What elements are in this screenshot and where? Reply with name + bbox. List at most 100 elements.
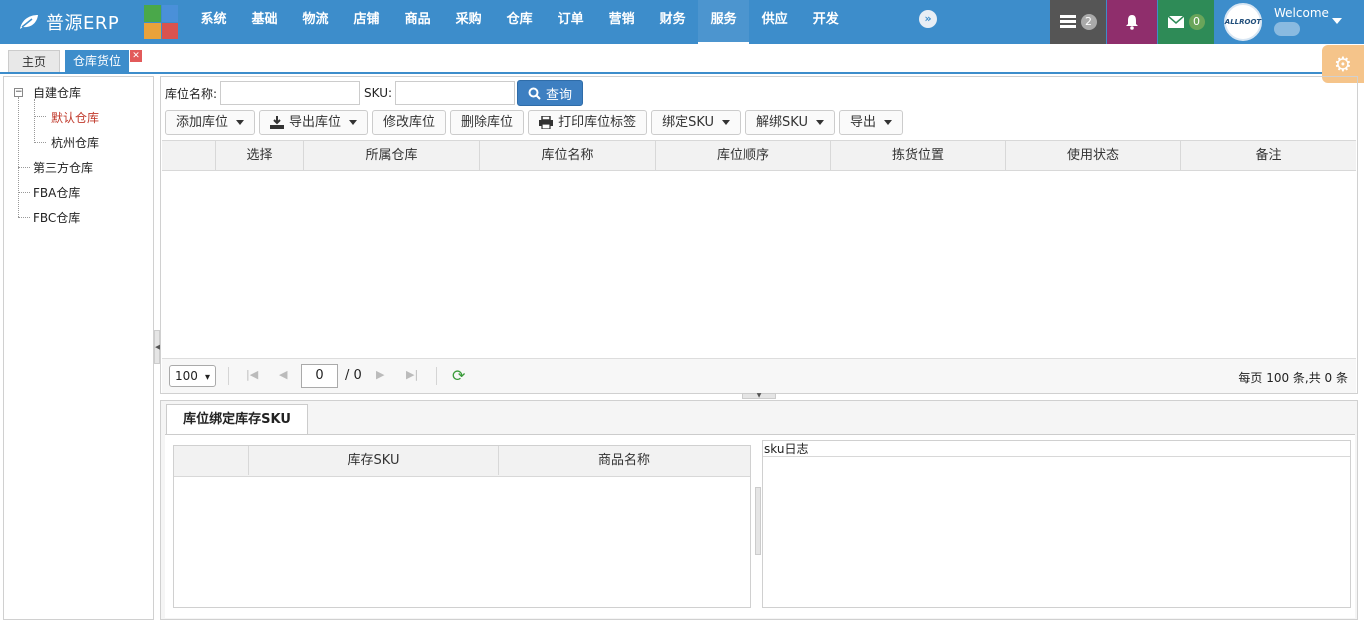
bound-sku-body: 库存SKU 商品名称 sku日志 [165, 434, 1355, 618]
search-icon [528, 87, 541, 100]
last-page-icon[interactable]: ▶| [406, 368, 418, 381]
search-bar: 库位名称: SKU: [165, 80, 516, 106]
unbind-sku-label: 解绑SKU [756, 115, 808, 130]
grid-col-warehouse[interactable]: 所属仓库 [304, 141, 480, 170]
refresh-icon[interactable]: ⟳ [452, 366, 465, 385]
caret-down-icon [722, 120, 731, 125]
main-menu: 系统 基础 物流 店铺 商品 采购 仓库 订单 营销 财务 服务 供应 开发 [188, 0, 851, 44]
menu-item-marketing[interactable]: 营销 [596, 0, 647, 44]
user-name-redacted [1274, 22, 1300, 36]
export-location-button[interactable]: 导出库位 [259, 110, 369, 135]
menu-item-purchasing[interactable]: 采购 [443, 0, 494, 44]
grid-col-location-order[interactable]: 库位顺序 [656, 141, 831, 170]
messages-button[interactable]: 0 [1158, 0, 1214, 44]
horizontal-split-handle[interactable] [755, 487, 761, 555]
page-tabs-bar: 主页 仓库货位 [0, 44, 1364, 74]
tree-line [18, 97, 19, 217]
grid-col-location-name[interactable]: 库位名称 [480, 141, 656, 170]
chevron-down-icon: ▾ [204, 372, 210, 383]
page-size-select[interactable]: 100 ▾ [169, 365, 216, 387]
action-toolbar: 添加库位 导出库位 修改库位 删除库位 打印库位标签 绑定SKU 解绑SKU 导… [165, 110, 907, 136]
collapse-icon[interactable]: − [14, 88, 23, 97]
tree-node-hangzhou-warehouse[interactable]: 杭州仓库 [51, 134, 99, 151]
tab-home[interactable]: 主页 [8, 50, 60, 72]
menu-item-shops[interactable]: 店铺 [341, 0, 392, 44]
vertical-split-handle[interactable]: ▼ [742, 393, 776, 399]
sku-col-product-name[interactable]: 商品名称 [499, 446, 749, 475]
grid-col-remark[interactable]: 备注 [1181, 141, 1356, 170]
menu-item-logistics[interactable]: 物流 [290, 0, 341, 44]
sku-grid-header: 库存SKU 商品名称 [174, 446, 750, 477]
tree-line [18, 217, 30, 218]
next-page-icon[interactable]: ▶ [376, 368, 384, 381]
tree-node-fba[interactable]: FBA仓库 [33, 184, 80, 201]
close-tab-icon[interactable]: ✕ [130, 50, 142, 62]
tree-line [18, 167, 30, 168]
bind-sku-button[interactable]: 绑定SKU [651, 110, 742, 135]
query-button[interactable]: 查询 [517, 80, 583, 106]
menu-item-products[interactable]: 商品 [392, 0, 443, 44]
menu-item-finance[interactable]: 财务 [647, 0, 698, 44]
download-icon [270, 116, 285, 129]
pagination-bar: 100 ▾ |◀ ◀ 0 / 0 ▶ ▶| ⟳ 每页 100 条,共 0 条 [162, 358, 1356, 393]
warehouse-tree: − 自建仓库 默认仓库 杭州仓库 第三方仓库 FBA仓库 FBC仓库 [3, 76, 154, 620]
menu-item-service[interactable]: 服务 [698, 0, 750, 44]
menu-item-warehouse[interactable]: 仓库 [494, 0, 545, 44]
caret-down-icon [884, 120, 892, 125]
welcome-text: Welcome [1274, 6, 1329, 20]
tree-node-third-party[interactable]: 第三方仓库 [33, 159, 93, 176]
app-title: 普源ERP [46, 13, 120, 34]
bind-sku-label: 绑定SKU [662, 115, 715, 130]
tree-node-default-warehouse[interactable]: 默认仓库 [51, 109, 99, 126]
export-location-label: 导出库位 [289, 115, 342, 130]
prev-page-icon[interactable]: ◀ [279, 368, 287, 381]
sku-col-stock-sku[interactable]: 库存SKU [249, 446, 499, 475]
unbind-sku-button[interactable]: 解绑SKU [745, 110, 835, 135]
tree-line [34, 116, 46, 117]
query-button-label: 查询 [545, 87, 572, 103]
print-label-text: 打印库位标签 [558, 115, 637, 130]
pager-separator [228, 367, 229, 385]
top-navbar: 普源ERP 系统 基础 物流 店铺 商品 采购 仓库 订单 营销 财务 服务 供… [0, 0, 1364, 44]
pager-separator [436, 367, 437, 385]
page-size-value: 100 [175, 369, 198, 383]
menu-item-supply[interactable]: 供应 [749, 0, 800, 44]
tab-bound-sku[interactable]: 库位绑定库存SKU [166, 404, 308, 435]
sku-input[interactable] [395, 81, 516, 105]
menu-item-develop[interactable]: 开发 [800, 0, 851, 44]
tree-node-self-built[interactable]: 自建仓库 [33, 84, 81, 101]
menu-item-basic[interactable]: 基础 [239, 0, 290, 44]
export-button[interactable]: 导出 [838, 110, 903, 135]
menu-more-icon[interactable]: » [919, 10, 937, 28]
menu-item-system[interactable]: 系统 [188, 0, 239, 44]
add-location-button[interactable]: 添加库位 [165, 110, 256, 135]
chevron-down-icon[interactable] [1332, 18, 1342, 24]
add-location-label: 添加库位 [176, 115, 229, 130]
tree-node-fbc[interactable]: FBC仓库 [33, 209, 80, 226]
edit-location-button[interactable]: 修改库位 [372, 110, 447, 135]
grid-col-pick-position[interactable]: 拣货位置 [831, 141, 1006, 170]
bell-icon [1126, 15, 1138, 30]
pager-info-text: 每页 100 条,共 0 条 [1238, 371, 1348, 385]
app-logo[interactable]: 普源ERP [18, 9, 119, 35]
location-panel: 库位名称: SKU: 查询 添加库位 导出库位 修改库位 删除库位 打印库位标签… [160, 76, 1358, 394]
user-menu[interactable]: ALLROOT Welcome [1216, 0, 1364, 44]
first-page-icon[interactable]: |◀ [246, 368, 258, 381]
notifications-button[interactable] [1107, 0, 1157, 44]
location-grid-header: 选择 所属仓库 库位名称 库位顺序 拣货位置 使用状态 备注 [162, 140, 1356, 171]
page-number-input[interactable]: 0 [301, 364, 338, 388]
sku-grid: 库存SKU 商品名称 [173, 445, 751, 608]
sku-log-panel: sku日志 [762, 440, 1351, 608]
menu-item-orders[interactable]: 订单 [545, 0, 596, 44]
tab-warehouse-locations[interactable]: 仓库货位 [65, 50, 129, 72]
location-name-input[interactable] [220, 81, 361, 105]
delete-location-button[interactable]: 删除库位 [450, 110, 525, 135]
print-label-button[interactable]: 打印库位标签 [528, 110, 648, 135]
app-grid-icon[interactable] [144, 5, 178, 39]
grid-col-select[interactable]: 选择 [216, 141, 304, 170]
grid-col-status[interactable]: 使用状态 [1006, 141, 1181, 170]
sku-col-rownum [174, 446, 249, 475]
task-list-button[interactable]: 2 [1050, 0, 1106, 44]
sku-log-title: sku日志 [763, 441, 1350, 457]
location-name-label: 库位名称: [165, 86, 218, 101]
